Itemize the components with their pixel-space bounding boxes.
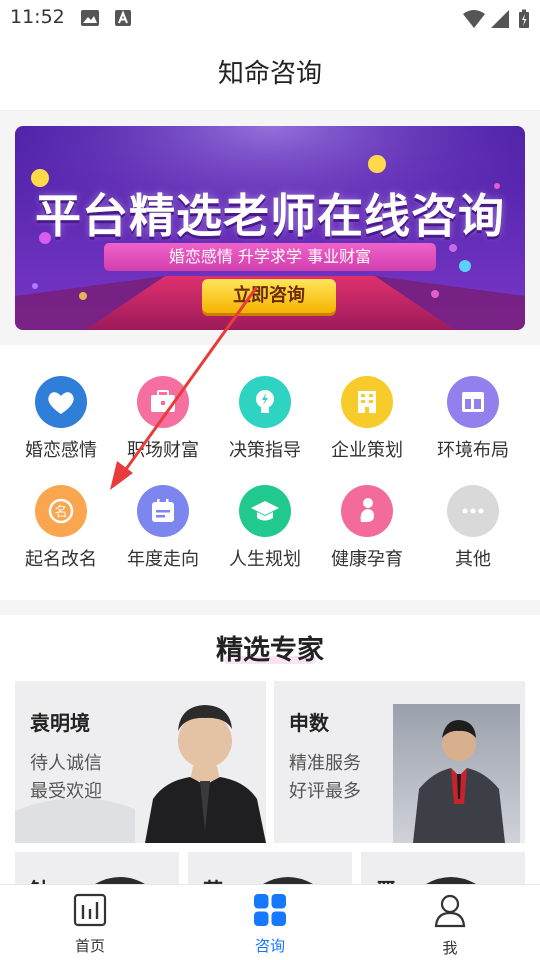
section-title: 精选专家 [216,635,324,666]
expert-card[interactable]: 袁明境 待人诚信 最受欢迎 [15,681,266,843]
status-time: 11:52 [10,6,65,28]
page-title: 知命咨询 [217,59,322,89]
expert-name: 袁明境 [30,711,90,735]
a-icon [115,10,131,26]
profile-icon [434,894,466,928]
baby-icon [341,485,393,537]
expert-name: 苏 [203,874,223,884]
expert-card[interactable]: 申数 精准服务 好评最多 [274,681,525,843]
category-label: 决策指导 [229,440,301,461]
expert-card[interactable]: 苏 [188,852,352,884]
consult-now-button[interactable]: 立即咨询 [202,279,336,313]
expert-photo [95,877,145,884]
tab-label: 我 [442,939,458,957]
category-label: 职场财富 [127,440,199,461]
layout-icon [447,376,499,428]
bottom-tab-bar: 首页 咨询 我 [0,884,540,960]
category-label: 起名改名 [25,549,97,570]
banner-tags: 婚恋感情 升学求学 事业财富 [104,243,436,271]
expert-card[interactable]: 钟 [15,852,179,884]
tab-consult[interactable]: 咨询 [210,885,330,960]
expert-name: 严 [376,874,396,884]
category-career[interactable]: 职场财富 [111,376,215,476]
expert-photo [393,704,520,843]
banner-title: 平台精选老师在线咨询 [35,189,505,243]
building-icon [341,376,393,428]
category-life[interactable]: 人生规划 [213,485,317,585]
section-separator [0,600,540,615]
grid-icon [254,894,286,926]
briefcase-icon [137,376,189,428]
category-decision[interactable]: 决策指导 [213,376,317,476]
tab-me[interactable]: 我 [390,885,510,960]
tab-home[interactable]: 首页 [30,885,150,960]
expert-card[interactable]: 严 [361,852,525,884]
category-health[interactable]: 健康孕育 [315,485,419,585]
category-label: 婚恋感情 [25,440,97,461]
category-layout[interactable]: 环境布局 [421,376,525,476]
bulb-icon [239,376,291,428]
expert-name: 钟 [30,874,50,884]
tab-label: 咨询 [254,937,285,955]
heart-icon [35,376,87,428]
tab-label: 首页 [74,937,105,955]
category-other[interactable]: 其他 [421,485,525,585]
calendar-icon [137,485,189,537]
category-label: 环境布局 [437,440,509,461]
category-enterprise[interactable]: 企业策划 [315,376,419,476]
expert-photo [426,877,476,884]
graduation-cap-icon [239,485,291,537]
name-icon: 名 [35,485,87,537]
category-naming[interactable]: 名 起名改名 [9,485,113,585]
status-bar: 11:52 [0,0,540,36]
svg-text:名: 名 [54,504,67,520]
home-icon [73,893,107,927]
category-annual[interactable]: 年度走向 [111,485,215,585]
expert-photo [263,877,313,884]
battery-icon [519,9,529,28]
image-icon [81,10,99,26]
category-label: 健康孕育 [331,549,403,570]
more-icon [447,485,499,537]
category-label: 其他 [455,549,491,570]
category-label: 年度走向 [127,549,199,570]
expert-desc: 精准服务 [289,753,361,774]
expert-name: 申数 [289,711,329,735]
signal-icon [491,10,509,28]
expert-desc: 好评最多 [289,781,361,802]
category-label: 企业策划 [331,440,403,461]
category-marriage[interactable]: 婚恋感情 [9,376,113,476]
category-label: 人生规划 [229,549,301,570]
expert-desc: 最受欢迎 [30,781,102,802]
expert-desc: 待人诚信 [30,753,102,774]
wifi-icon [463,10,485,28]
